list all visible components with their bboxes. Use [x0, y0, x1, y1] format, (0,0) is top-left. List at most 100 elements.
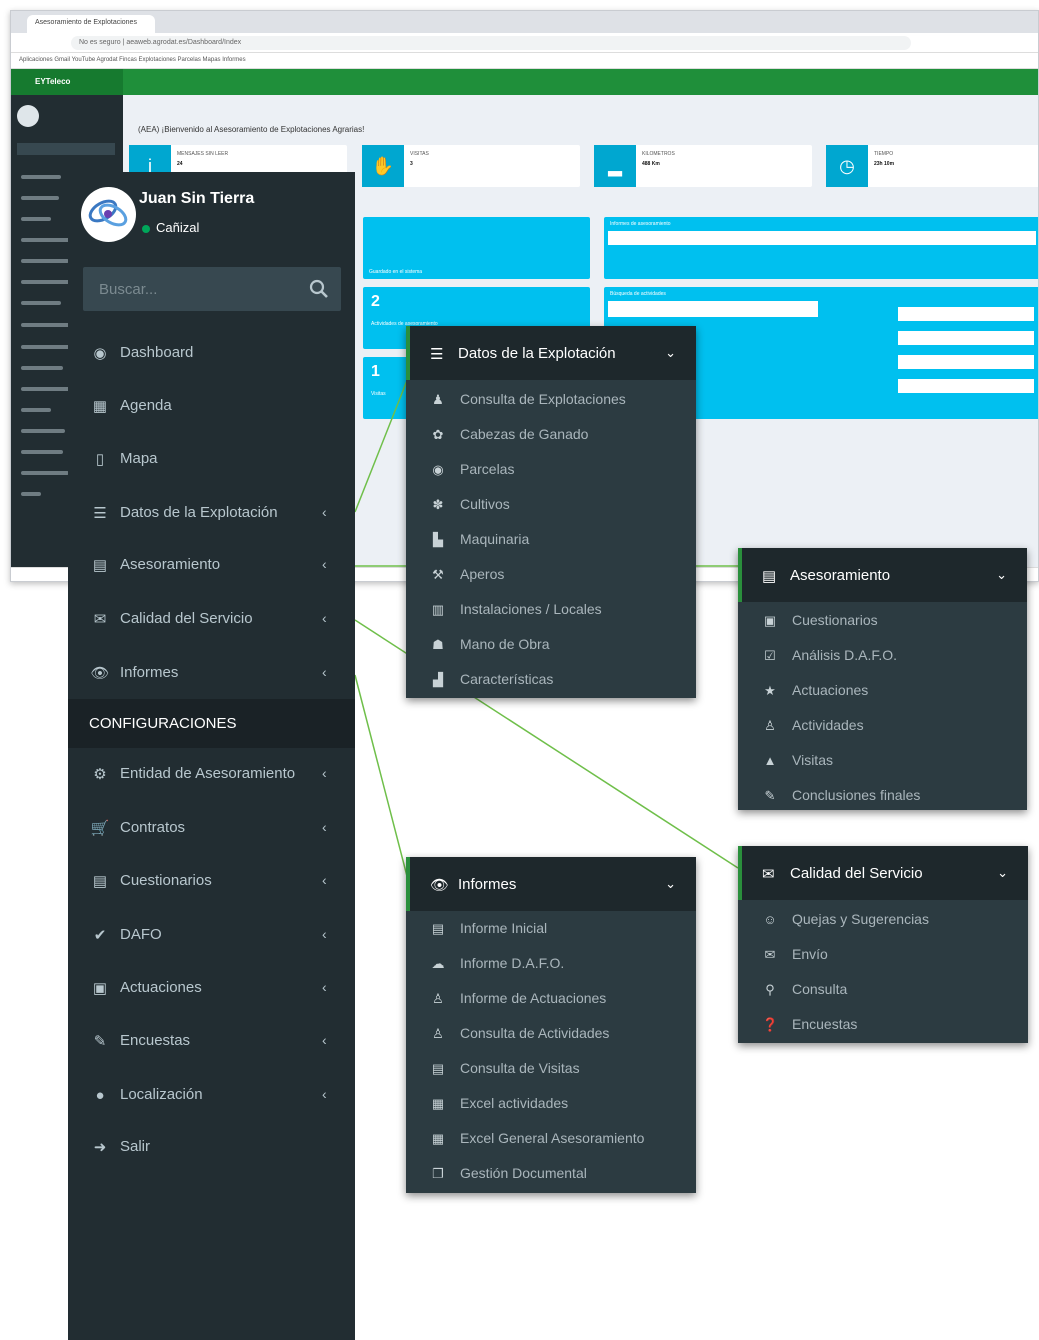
nav-mapa[interactable]: ▯ Mapa	[68, 435, 355, 485]
building-icon: ▥	[431, 602, 445, 617]
list-alt-icon: ▤	[92, 873, 108, 890]
tachometer-icon: ◉	[93, 345, 107, 362]
submenu-label: Mano de Obra	[460, 636, 550, 652]
nav-agenda[interactable]: ▦ Agenda	[68, 382, 355, 432]
submenu-label: Informe D.A.F.O.	[460, 955, 565, 971]
bar-chart-icon: ▟	[433, 672, 443, 687]
chevron-down-icon: ⌄	[996, 567, 1007, 582]
nav-dafo[interactable]: ✔ DAFO ‹	[68, 911, 355, 961]
nav-datos-explotacion[interactable]: ☰ Datos de la Explotación ‹	[68, 489, 355, 539]
submenu-item[interactable]: ✿ Cabezas de Ganado	[406, 417, 696, 452]
nav-actuaciones[interactable]: ▣ Actuaciones ‹	[68, 964, 355, 1014]
nav-label: Encuestas	[120, 1032, 191, 1049]
nav-label: Mapa	[120, 450, 158, 467]
submenu-item[interactable]: ⚒ Aperos	[406, 557, 696, 592]
eytech-logo-icon	[88, 199, 128, 227]
submenu-item[interactable]: ▤ Consulta de Visitas	[406, 1051, 696, 1086]
nav-contratos[interactable]: 🛒 Contratos ‹	[68, 804, 355, 854]
submenu-label: Cuestionarios	[792, 612, 878, 628]
submenu-label: Análisis D.A.F.O.	[792, 647, 898, 663]
submenu-item[interactable]: ▦ Excel General Asesoramiento	[406, 1121, 696, 1156]
submenu-label: Consulta de Actividades	[460, 1025, 610, 1041]
truck-icon: ▙	[433, 532, 443, 547]
sidebar-search	[83, 267, 341, 311]
nav-encuestas[interactable]: ✎ Encuestas ‹	[68, 1017, 355, 1067]
submenu-item[interactable]: ☑ Análisis D.A.F.O.	[738, 638, 1027, 673]
submenu-label: Encuestas	[792, 1016, 858, 1032]
popup-informes: 👁 Informes ⌄ ▤ Informe Inicial ☁ Informe…	[406, 857, 696, 1193]
nav-dashboard[interactable]: ◉ Dashboard	[68, 329, 355, 379]
submenu-item[interactable]: ▤ Informe Inicial	[406, 911, 696, 946]
cloud-icon: ☁	[431, 956, 445, 971]
nav-entidad[interactable]: ⚙ Entidad de Asesoramiento ‹	[68, 750, 355, 800]
chevron-left-icon: ‹	[322, 1086, 327, 1102]
chevron-left-icon: ‹	[322, 765, 327, 781]
nav-label: Actuaciones	[120, 979, 202, 996]
nav-label: Agenda	[120, 397, 172, 414]
submenu-item[interactable]: ✽ Cultivos	[406, 487, 696, 522]
submenu-item[interactable]: ✉ Envío	[738, 937, 1028, 972]
search-input[interactable]	[83, 267, 303, 311]
check-square-icon: ☑	[764, 648, 776, 663]
user-avatar[interactable]	[81, 187, 136, 242]
search-icon: ⚲	[765, 982, 775, 997]
chevron-left-icon: ‹	[322, 926, 327, 942]
submenu-label: Excel actividades	[460, 1095, 569, 1111]
submenu-item[interactable]: ▥ Instalaciones / Locales	[406, 592, 696, 627]
submenu-item[interactable]: ◉ Parcelas	[406, 452, 696, 487]
leaf-icon: ✽	[432, 497, 444, 512]
popup-header[interactable]: ▤ Asesoramiento ⌄	[738, 548, 1027, 602]
check-icon: ✔	[93, 927, 107, 944]
sign-out-icon: ➜	[93, 1139, 107, 1156]
chevron-left-icon: ‹	[322, 1032, 327, 1048]
thumbs-up-icon: ♙	[432, 991, 444, 1006]
search-icon[interactable]	[309, 279, 329, 299]
submenu-label: Visitas	[792, 752, 833, 768]
nav-asesoramiento[interactable]: ▤ Asesoramiento ‹	[68, 541, 355, 591]
chevron-left-icon: ‹	[322, 556, 327, 572]
nav-salir[interactable]: ➜ Salir	[68, 1123, 355, 1173]
submenu-item[interactable]: ♟ Consulta de Explotaciones	[406, 382, 696, 417]
clipboard-icon: ▣	[763, 613, 777, 628]
config-header-label: CONFIGURACIONES	[89, 715, 237, 732]
popup-header[interactable]: 👁 Informes ⌄	[406, 857, 696, 911]
popup-header[interactable]: ✉ Calidad del Servicio ⌄	[738, 846, 1028, 900]
nav-label: Dashboard	[120, 344, 194, 361]
submenu-item[interactable]: ❐ Gestión Documental	[406, 1156, 696, 1191]
submenu-item[interactable]: ❓ Encuestas	[738, 1007, 1028, 1042]
popup-header[interactable]: ☰ Datos de la Explotación ⌄	[406, 326, 696, 380]
chevron-down-icon: ⌄	[665, 876, 676, 891]
submenu-item[interactable]: ▙ Maquinaria	[406, 522, 696, 557]
popup-asesoramiento: ▤ Asesoramiento ⌄ ▣ Cuestionarios ☑ Anál…	[738, 548, 1027, 810]
submenu-item[interactable]: ★ Actuaciones	[738, 673, 1027, 708]
submenu-label: Aperos	[460, 566, 505, 582]
submenu-item[interactable]: ▦ Excel actividades	[406, 1086, 696, 1121]
edit-icon: ✎	[764, 788, 776, 803]
copy-icon: ❐	[432, 1166, 444, 1181]
chevron-left-icon: ‹	[322, 504, 327, 520]
nav-localizacion[interactable]: ● Localización ‹	[68, 1071, 355, 1121]
nav-cuestionarios[interactable]: ▤ Cuestionarios ‹	[68, 857, 355, 907]
submenu-item[interactable]: ♙ Actividades	[738, 708, 1027, 743]
chevron-down-icon: ⌄	[997, 865, 1008, 880]
nav-label: Informes	[120, 664, 179, 681]
submenu-item[interactable]: ✎ Conclusiones finales	[738, 778, 1027, 813]
submenu-item[interactable]: ☺ Quejas y Sugerencias	[738, 902, 1028, 937]
submenu-item[interactable]: ☁ Informe D.A.F.O.	[406, 946, 696, 981]
connector-datos	[354, 377, 409, 513]
list-alt-icon: ▤	[431, 921, 445, 936]
submenu-item[interactable]: ♙ Informe de Actuaciones	[406, 981, 696, 1016]
submenu-item[interactable]: ▣ Cuestionarios	[738, 603, 1027, 638]
submenu-item[interactable]: ▲ Visitas	[738, 743, 1027, 778]
submenu-item[interactable]: ⚲ Consulta	[738, 972, 1028, 1007]
nav-calidad-servicio[interactable]: ✉ Calidad del Servicio ‹	[68, 595, 355, 645]
file-excel-icon: ▦	[431, 1131, 445, 1146]
submenu-item[interactable]: ▟ Características	[406, 662, 696, 697]
gavel-icon: ⚒	[432, 567, 444, 582]
file-excel-icon: ▦	[431, 1096, 445, 1111]
nav-informes[interactable]: 👁 Informes ‹	[68, 649, 355, 699]
globe-icon: ●	[95, 1087, 105, 1104]
submenu-item[interactable]: ♙ Consulta de Actividades	[406, 1016, 696, 1051]
submenu-item[interactable]: ☗ Mano de Obra	[406, 627, 696, 662]
submenu-label: Cultivos	[460, 496, 510, 512]
